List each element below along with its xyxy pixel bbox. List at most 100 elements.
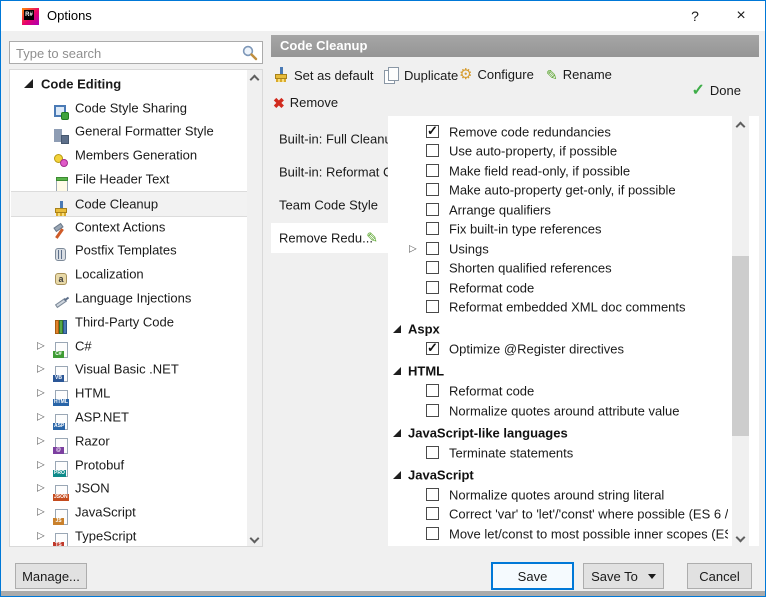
sidebar-item-asp-net[interactable]: ▷ASPASP.NET — [11, 405, 247, 429]
language-injections-icon — [53, 295, 69, 311]
done-button[interactable]: ✓ Done — [692, 83, 741, 98]
collapsed-triangle-icon[interactable]: ▷ — [37, 507, 45, 518]
checkbox[interactable] — [426, 281, 439, 294]
sidebar-item-json[interactable]: ▷JSONJSON — [11, 477, 247, 501]
sidebar-item-code-cleanup[interactable]: Code Cleanup — [11, 191, 247, 217]
checkbox[interactable]: ✓ — [426, 125, 439, 138]
save-to-button[interactable]: Save To — [583, 563, 664, 589]
file-header-text-icon — [53, 176, 69, 192]
sidebar-item-postfix-templates[interactable]: Postfix Templates — [11, 239, 247, 263]
manage-button[interactable]: Manage... — [15, 563, 87, 589]
rename-button[interactable]: ✎ Rename — [546, 67, 612, 82]
checkbox[interactable] — [426, 203, 439, 216]
sidebar-item-members-generation[interactable]: Members Generation — [11, 143, 247, 167]
remove-button[interactable]: ✖ Remove — [273, 95, 338, 110]
checkbox[interactable] — [426, 300, 439, 313]
sidebar-item-code-editing[interactable]: Code Editing — [11, 72, 247, 96]
checkbox[interactable] — [426, 261, 439, 274]
configure-button[interactable]: ⚙ Configure — [459, 67, 534, 82]
checkbox[interactable] — [426, 164, 439, 177]
option-row-make-auto-property-get-only-if-possible: Make auto-property get-only, if possible — [388, 181, 728, 201]
scroll-up-icon[interactable] — [251, 74, 258, 81]
checkmark-icon: ✓ — [427, 123, 438, 139]
title-bar: R# Options ? × — [1, 1, 765, 31]
checkbox[interactable] — [426, 144, 439, 157]
expanded-triangle-icon[interactable] — [393, 471, 401, 479]
checkbox[interactable] — [426, 488, 439, 501]
collapsed-triangle-icon[interactable]: ▷ — [37, 340, 45, 351]
collapsed-triangle-icon[interactable]: ▷ — [37, 530, 45, 541]
sidebar-item-protobuf[interactable]: ▷PROProtobuf — [11, 453, 247, 477]
search-input[interactable] — [14, 43, 233, 64]
close-button[interactable]: × — [719, 1, 763, 31]
collapsed-triangle-icon[interactable]: ▷ — [37, 435, 45, 446]
checkmark-icon: ✓ — [427, 340, 438, 356]
third-party-code-icon — [53, 319, 69, 335]
options-scrollbar[interactable] — [732, 116, 749, 546]
sidebar-item-typescript[interactable]: ▷TSTypeScript — [11, 524, 247, 547]
sidebar-item-html[interactable]: ▷HTMLHTML — [11, 381, 247, 405]
option-row-correct-var-to-let-const-where-possible-: Correct 'var' to 'let'/'const' where pos… — [388, 505, 728, 525]
sidebar-item-third-party-code[interactable]: Third-Party Code — [11, 310, 247, 334]
sidebar-scrollbar[interactable] — [247, 70, 262, 546]
sidebar-item-context-actions[interactable]: Context Actions — [11, 215, 247, 239]
sidebar-item-code-style-sharing[interactable]: Code Style Sharing — [11, 96, 247, 120]
option-row-move-let-const-to-most-possible-inner-sc: Move let/const to most possible inner sc… — [388, 524, 728, 544]
checkbox[interactable] — [426, 404, 439, 417]
profile-item-1[interactable]: Built-in: Reformat C... — [271, 157, 388, 187]
collapsed-triangle-icon[interactable]: ▷ — [37, 364, 45, 375]
collapsed-triangle-icon[interactable]: ▷ — [37, 388, 45, 399]
scroll-down-icon[interactable] — [737, 534, 744, 541]
localization-icon: a — [53, 271, 69, 287]
collapsed-triangle-icon[interactable]: ▷ — [37, 483, 45, 494]
option-row-normalize-quotes-around-string-literal: Normalize quotes around string literal — [388, 485, 728, 505]
option-row-normalize-quotes-around-attribute-value: Normalize quotes around attribute value — [388, 401, 728, 421]
edit-pencil-icon[interactable]: ✎ — [366, 230, 378, 247]
sidebar-item-razor[interactable]: ▷@Razor — [11, 429, 247, 453]
checkbox[interactable] — [426, 242, 439, 255]
code-style-sharing-icon — [53, 104, 69, 120]
scrollbar-thumb[interactable] — [732, 256, 749, 436]
sidebar-item-localization[interactable]: aLocalization — [11, 262, 247, 286]
section-header-javascript: JavaScript — [388, 465, 728, 486]
sidebar-item-general-formatter-style[interactable]: General Formatter Style — [11, 120, 247, 144]
checkbox[interactable] — [426, 384, 439, 397]
settings-tree: Code EditingCode Style SharingGeneral Fo… — [9, 69, 263, 547]
expanded-triangle-icon[interactable] — [393, 325, 401, 333]
scroll-up-icon[interactable] — [737, 121, 744, 128]
set-as-default-button[interactable]: Set as default — [273, 67, 374, 83]
cleanup-options-list: ✓Remove code redundanciesUse auto-proper… — [388, 116, 759, 546]
expanded-triangle-icon[interactable] — [393, 367, 401, 375]
help-button[interactable]: ? — [673, 1, 717, 31]
expanded-triangle-icon[interactable] — [393, 429, 401, 437]
save-button[interactable]: Save — [491, 562, 574, 590]
profile-item-0[interactable]: Built-in: Full Cleanup — [271, 124, 388, 154]
expanded-triangle-icon[interactable] — [24, 79, 33, 88]
scroll-down-icon[interactable] — [251, 535, 258, 542]
check-icon: ✓ — [692, 84, 705, 98]
duplicate-button[interactable]: Duplicate — [383, 67, 458, 83]
checkbox[interactable] — [426, 183, 439, 196]
sidebar-item-visual-basic-net[interactable]: ▷VBVisual Basic .NET — [11, 358, 247, 382]
checkbox[interactable]: ✓ — [426, 342, 439, 355]
panel-title: Code Cleanup — [271, 35, 759, 57]
checkbox[interactable] — [426, 446, 439, 459]
sidebar-item-language-injections[interactable]: Language Injections — [11, 286, 247, 310]
general-formatter-style-icon — [53, 128, 69, 144]
checkbox[interactable] — [426, 507, 439, 520]
collapsed-triangle-icon[interactable]: ▷ — [409, 243, 417, 254]
profile-item-3[interactable]: Remove Redu...✎ — [271, 223, 388, 253]
checkbox[interactable] — [426, 527, 439, 540]
profile-item-2[interactable]: Team Code Style — [271, 190, 388, 220]
file-json-icon: JSON — [53, 485, 69, 501]
checkbox[interactable] — [426, 222, 439, 235]
section-header-aspx: Aspx — [388, 319, 728, 340]
panel-header: Code Cleanup — [271, 35, 759, 57]
cancel-button[interactable]: Cancel — [687, 563, 752, 589]
collapsed-triangle-icon[interactable]: ▷ — [37, 459, 45, 470]
collapsed-triangle-icon[interactable]: ▷ — [37, 411, 45, 422]
sidebar-item-file-header-text[interactable]: File Header Text — [11, 167, 247, 191]
sidebar-item-c[interactable]: ▷C#C# — [11, 334, 247, 358]
options-dialog: R# Options ? × Code EditingCode Style Sh… — [0, 0, 766, 597]
sidebar-item-javascript[interactable]: ▷JSJavaScript — [11, 500, 247, 524]
